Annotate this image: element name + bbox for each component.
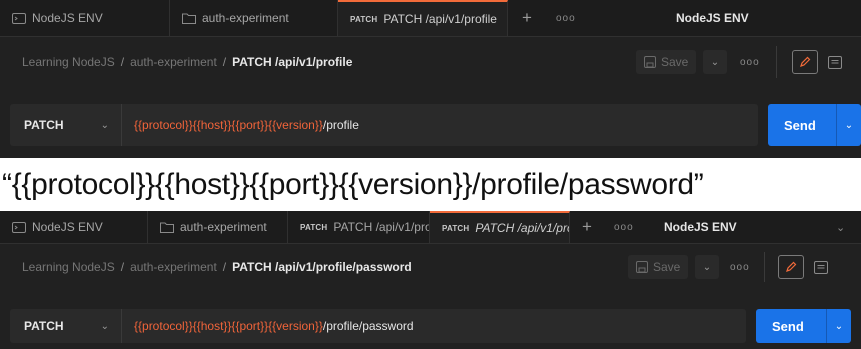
chevron-down-icon[interactable]: ⌄	[836, 211, 845, 243]
divider	[776, 46, 777, 78]
breadcrumb-bar: Learning NodeJS / auth-experiment / PATCH /a…	[0, 40, 861, 84]
save-label: Save	[661, 55, 689, 69]
tab-label: auth-experiment	[202, 11, 289, 25]
url-variables: {{protocol}}{{host}}{{port}}{{version}}	[134, 118, 323, 132]
send-button[interactable]: Send	[768, 104, 836, 146]
method-dropdown[interactable]: PATCH ⌄	[10, 104, 122, 146]
tab-nodejs-env[interactable]: NodeJS ENV	[0, 0, 170, 36]
tab-patch-profile[interactable]: PATCH PATCH /api/v1/profile	[338, 0, 508, 36]
tab-bar: NodeJS ENV auth-experiment PATCH PATCH /…	[0, 0, 861, 37]
url-row: PATCH ⌄ {{protocol}}{{host}}{{port}}{{ve…	[0, 104, 861, 146]
postman-panel-bottom: NodeJS ENV auth-experiment PATCH PATCH /…	[0, 211, 861, 349]
tab-bar: NodeJS ENV auth-experiment PATCH PATCH /…	[0, 211, 861, 244]
documentation-button[interactable]	[822, 50, 848, 74]
divider	[764, 252, 765, 282]
breadcrumb-bar: Learning NodeJS / auth-experiment / PATCH /a…	[0, 247, 861, 287]
pencil-icon	[786, 261, 797, 272]
caption-text: “{{protocol}}{{host}}{{port}}{{version}}…	[2, 168, 704, 201]
tab-nodejs-env[interactable]: NodeJS ENV	[0, 211, 148, 243]
url-input[interactable]: {{protocol}}{{host}}{{port}}{{version}} /…	[122, 309, 746, 343]
folder-icon	[160, 222, 174, 233]
environment-selector[interactable]: NodeJS ENV	[676, 0, 749, 36]
more-actions-button[interactable]: ooo	[740, 57, 760, 68]
method-dropdown[interactable]: PATCH ⌄	[10, 309, 122, 343]
url-variables: {{protocol}}{{host}}{{port}}{{version}}	[134, 319, 323, 333]
url-row: PATCH ⌄ {{protocol}}{{host}}{{port}}{{ve…	[0, 309, 861, 343]
breadcrumb: Learning NodeJS / auth-experiment / PATCH /a…	[22, 260, 412, 274]
pencil-icon	[800, 56, 811, 67]
tab-patch-profile[interactable]: PATCH PATCH /api/v1/pro	[288, 211, 430, 243]
url-input[interactable]: {{protocol}}{{host}}{{port}}{{version}} /…	[122, 104, 758, 146]
breadcrumb-request: PATCH /api/v1/profile	[232, 55, 353, 69]
save-button[interactable]: Save	[636, 50, 697, 74]
save-icon	[636, 261, 648, 273]
save-icon	[644, 56, 656, 68]
chevron-down-icon: ⌄	[710, 56, 720, 68]
more-actions-button[interactable]: ooo	[730, 262, 750, 273]
tab-label: PATCH /api/v1/pro	[333, 220, 430, 234]
new-tab-button[interactable]: +	[582, 211, 592, 243]
folder-icon	[182, 13, 196, 24]
environment-icon	[12, 221, 26, 233]
method-value: PATCH	[24, 118, 64, 132]
method-badge: PATCH	[350, 14, 378, 24]
save-options-button[interactable]: ⌄	[703, 50, 727, 74]
tab-patch-profile-password[interactable]: PATCH PATCH /api/v1/pro	[430, 211, 570, 243]
tab-label: NodeJS ENV	[32, 220, 103, 234]
edit-mode-button[interactable]	[792, 50, 818, 74]
breadcrumb-folder[interactable]: auth-experiment	[130, 260, 217, 274]
chevron-down-icon: ⌄	[702, 261, 712, 273]
tab-label: PATCH /api/v1/profile	[383, 12, 497, 26]
documentation-icon	[828, 55, 842, 69]
documentation-button[interactable]	[808, 255, 834, 279]
chevron-down-icon: ⌄	[834, 320, 844, 332]
breadcrumb-request: PATCH /api/v1/profile/password	[232, 260, 412, 274]
tab-label: NodeJS ENV	[32, 11, 103, 25]
new-tab-button[interactable]: +	[522, 0, 532, 36]
more-tabs-button[interactable]: ooo	[614, 211, 634, 243]
environment-icon	[12, 12, 26, 24]
environment-selector[interactable]: NodeJS ENV	[664, 211, 737, 243]
method-badge: PATCH	[442, 223, 470, 233]
save-button[interactable]: Save	[628, 255, 689, 279]
save-label: Save	[653, 260, 681, 274]
send-button[interactable]: Send	[756, 309, 826, 343]
url-path: /profile/password	[322, 319, 414, 333]
view-mode-group	[792, 50, 848, 74]
edit-mode-button[interactable]	[778, 255, 804, 279]
chevron-down-icon: ⌄	[844, 119, 854, 131]
breadcrumb-collection[interactable]: Learning NodeJS	[22, 55, 115, 69]
tab-auth-experiment[interactable]: auth-experiment	[170, 0, 338, 36]
chevron-down-icon: ⌄	[100, 119, 109, 131]
postman-panel-top: NodeJS ENV auth-experiment PATCH PATCH /…	[0, 0, 861, 158]
tab-label: PATCH /api/v1/pro	[475, 221, 570, 235]
url-path: /profile	[322, 118, 359, 132]
save-options-button[interactable]: ⌄	[695, 255, 719, 279]
breadcrumb: Learning NodeJS / auth-experiment / PATCH /a…	[22, 55, 353, 69]
breadcrumb-folder[interactable]: auth-experiment	[130, 55, 217, 69]
breadcrumb-collection[interactable]: Learning NodeJS	[22, 260, 115, 274]
tab-auth-experiment[interactable]: auth-experiment	[148, 211, 288, 243]
view-mode-group	[778, 255, 834, 279]
documentation-icon	[814, 260, 828, 274]
chevron-down-icon: ⌄	[100, 320, 109, 332]
method-value: PATCH	[24, 319, 64, 333]
send-options-button[interactable]: ⌄	[836, 104, 861, 146]
method-badge: PATCH	[300, 222, 328, 232]
more-tabs-button[interactable]: ooo	[556, 0, 576, 36]
send-options-button[interactable]: ⌄	[826, 309, 851, 343]
tab-label: auth-experiment	[180, 220, 267, 234]
